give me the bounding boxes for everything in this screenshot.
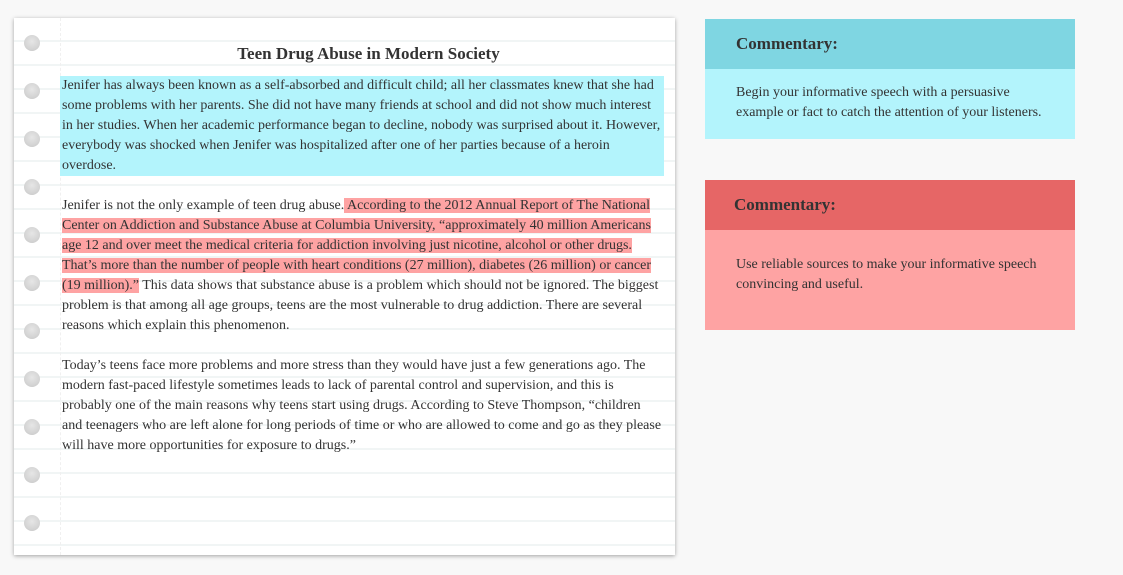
commentary-card-red: Commentary: Use reliable sources to make…	[705, 180, 1075, 330]
binder-hole-icon	[24, 515, 40, 531]
essay-body: Jenifer has always been known as a self-…	[60, 76, 664, 476]
commentary-text: Use reliable sources to make your inform…	[705, 230, 1075, 330]
commentary-heading: Commentary:	[705, 180, 1075, 230]
binder-hole-icon	[24, 323, 40, 339]
commentary-heading: Commentary:	[705, 19, 1075, 69]
binder-hole-icon	[24, 35, 40, 51]
binder-hole-icon	[24, 419, 40, 435]
essay-title: Teen Drug Abuse in Modern Society	[237, 44, 500, 63]
commentary-card-blue: Commentary: Begin your informative speec…	[705, 19, 1075, 139]
binder-hole-icon	[24, 83, 40, 99]
binder-hole-icon	[24, 371, 40, 387]
binder-hole-icon	[24, 275, 40, 291]
binder-hole-icon	[24, 227, 40, 243]
paragraph-text: Jenifer is not the only example of teen …	[62, 198, 345, 213]
binder-hole-icon	[24, 467, 40, 483]
binder-hole-icon	[24, 131, 40, 147]
paragraph-intro-highlighted[interactable]: Jenifer has always been known as a self-…	[60, 76, 664, 176]
binder-hole-icon	[24, 179, 40, 195]
paragraph-statistics: Jenifer is not the only example of teen …	[62, 196, 664, 336]
commentary-text: Begin your informative speech with a per…	[705, 69, 1075, 139]
essay-paper: Teen Drug Abuse in Modern Society Jenife…	[14, 18, 675, 555]
paragraph-causes: Today’s teens face more problems and mor…	[62, 358, 662, 453]
paragraph-text: This data shows that substance abuse is …	[62, 278, 659, 333]
